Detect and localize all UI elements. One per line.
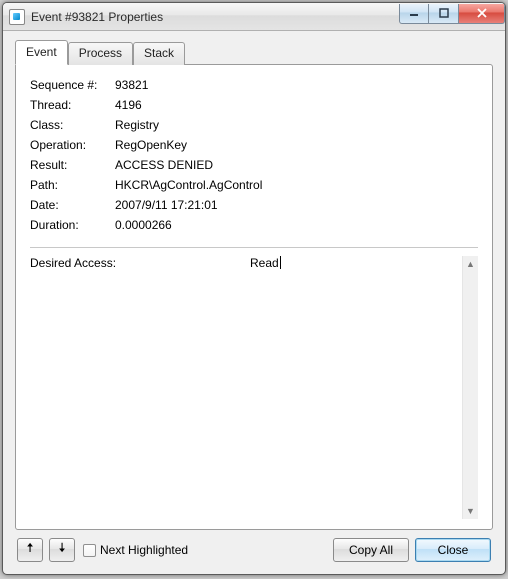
dialog-window: Event #93821 Properties Event Process St… [2, 2, 506, 575]
label-thread: Thread: [30, 97, 115, 113]
next-highlighted-label: Next Highlighted [100, 543, 188, 557]
minimize-icon [409, 8, 419, 18]
next-event-button[interactable]: 🠇 [49, 538, 75, 562]
detail-label: Desired Access: [30, 256, 250, 519]
scroll-down-icon[interactable]: ▼ [463, 503, 478, 519]
value-thread: 4196 [115, 97, 142, 113]
minimize-button[interactable] [399, 4, 429, 24]
label-path: Path: [30, 177, 115, 193]
maximize-button[interactable] [429, 4, 459, 24]
row-class: Class: Registry [30, 117, 478, 133]
tab-stack[interactable]: Stack [133, 42, 185, 65]
label-result: Result: [30, 157, 115, 173]
row-path: Path: HKCR\AgControl.AgControl [30, 177, 478, 193]
tab-page-event: Sequence #: 93821 Thread: 4196 Class: Re… [15, 64, 493, 530]
label-duration: Duration: [30, 217, 115, 233]
row-operation: Operation: RegOpenKey [30, 137, 478, 153]
tab-process[interactable]: Process [68, 42, 133, 65]
window-title: Event #93821 Properties [31, 10, 399, 24]
value-path: HKCR\AgControl.AgControl [115, 177, 262, 193]
label-class: Class: [30, 117, 115, 133]
row-duration: Duration: 0.0000266 [30, 217, 478, 233]
detail-area: Desired Access: Read ▲ ▼ [30, 256, 478, 519]
row-sequence: Sequence #: 93821 [30, 77, 478, 93]
checkbox-box[interactable] [83, 544, 96, 557]
scroll-up-icon[interactable]: ▲ [463, 256, 478, 272]
detail-row: Desired Access: Read [30, 256, 478, 519]
vertical-scrollbar[interactable]: ▲ ▼ [462, 256, 478, 519]
client-area: Event Process Stack Sequence #: 93821 Th… [3, 31, 505, 574]
value-result: ACCESS DENIED [115, 157, 213, 173]
arrow-up-icon: 🠅 [26, 539, 33, 561]
row-thread: Thread: 4196 [30, 97, 478, 113]
titlebar[interactable]: Event #93821 Properties [3, 3, 505, 31]
tab-event[interactable]: Event [15, 40, 68, 65]
next-highlighted-checkbox[interactable]: Next Highlighted [83, 543, 188, 557]
value-class: Registry [115, 117, 159, 133]
value-operation: RegOpenKey [115, 137, 187, 153]
arrow-down-icon: 🠇 [58, 539, 65, 561]
label-sequence: Sequence #: [30, 77, 115, 93]
row-result: Result: ACCESS DENIED [30, 157, 478, 173]
value-duration: 0.0000266 [115, 217, 172, 233]
detail-value[interactable]: Read [250, 256, 281, 519]
copy-all-button[interactable]: Copy All [333, 538, 409, 562]
label-operation: Operation: [30, 137, 115, 153]
close-button[interactable]: Close [415, 538, 491, 562]
prev-event-button[interactable]: 🠅 [17, 538, 43, 562]
separator [30, 247, 478, 248]
close-icon [476, 8, 488, 18]
maximize-icon [439, 8, 449, 18]
tabstrip: Event Process Stack [15, 42, 493, 65]
row-date: Date: 2007/9/11 17:21:01 [30, 197, 478, 213]
close-window-button[interactable] [459, 4, 505, 24]
app-icon [9, 9, 25, 25]
value-date: 2007/9/11 17:21:01 [115, 197, 218, 213]
window-controls [399, 4, 505, 24]
bottom-bar: 🠅 🠇 Next Highlighted Copy All Close [15, 530, 493, 564]
value-sequence: 93821 [115, 77, 148, 93]
label-date: Date: [30, 197, 115, 213]
